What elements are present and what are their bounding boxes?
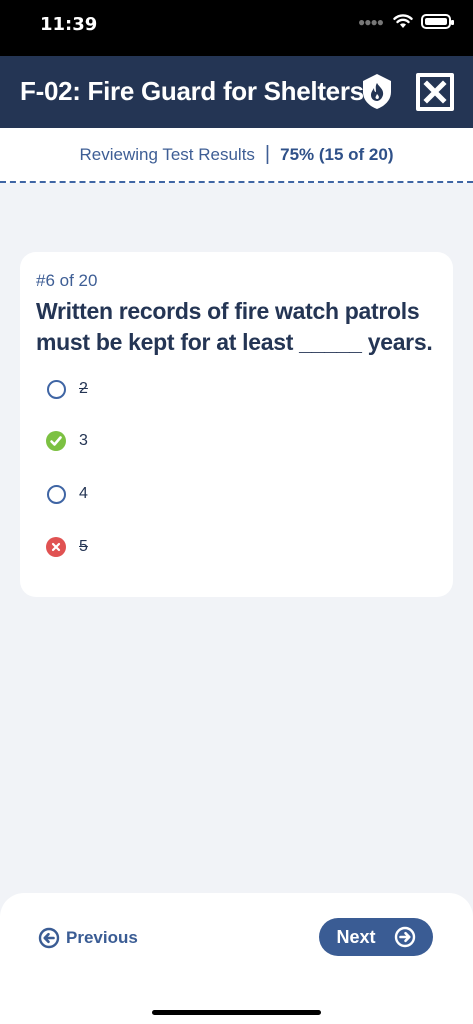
home-indicator[interactable] <box>152 1010 321 1015</box>
results-score: 75% (15 of 20) <box>280 144 394 164</box>
answer-option-label: 3 <box>79 432 88 449</box>
answer-option[interactable]: 5 <box>46 534 88 560</box>
wifi-icon <box>393 14 413 28</box>
next-button[interactable]: Next <box>319 918 433 956</box>
answer-option[interactable]: 3 <box>46 428 88 454</box>
next-label: Next <box>336 926 376 947</box>
arrow-right-circle-icon <box>394 926 415 948</box>
status-bar: 11:39 ●●●● <box>0 0 473 56</box>
results-label: Reviewing Test Results <box>79 144 255 164</box>
previous-button[interactable]: Previous <box>38 926 138 950</box>
arrow-left-circle-icon <box>38 927 60 949</box>
page-title: F-02: Fire Guard for Shelters <box>20 76 364 106</box>
previous-label: Previous <box>66 928 138 947</box>
answer-option[interactable]: 2 <box>46 376 88 402</box>
status-icons: ●●●● <box>358 14 454 29</box>
question-card: #6 of 20 Written records of fire watch p… <box>20 252 453 597</box>
question-number: #6 of 20 <box>36 271 98 290</box>
status-time: 11:39 <box>40 14 98 35</box>
answer-option[interactable]: 4 <box>46 481 88 507</box>
title-bar: F-02: Fire Guard for Shelters <box>0 56 473 128</box>
answer-option-label: 5 <box>79 538 88 555</box>
results-summary: Reviewing Test Results | 75% (15 of 20) <box>0 128 473 183</box>
results-separator: | <box>264 143 271 165</box>
x-circle-icon <box>46 537 66 557</box>
check-circle-icon <box>46 431 66 451</box>
answer-option-label: 4 <box>79 485 88 502</box>
bottom-navigation: Previous Next <box>0 893 473 1024</box>
answer-option-label: 2 <box>79 380 88 397</box>
radio-empty-icon <box>46 484 66 504</box>
radio-empty-icon <box>46 379 66 399</box>
question-text: Written records of fire watch patrols mu… <box>36 298 433 355</box>
close-icon <box>423 80 447 104</box>
battery-icon <box>421 14 454 29</box>
cellular-signal-icon: ●●●● <box>358 14 384 29</box>
shield-flame-icon <box>363 74 391 109</box>
close-button[interactable] <box>416 73 454 111</box>
